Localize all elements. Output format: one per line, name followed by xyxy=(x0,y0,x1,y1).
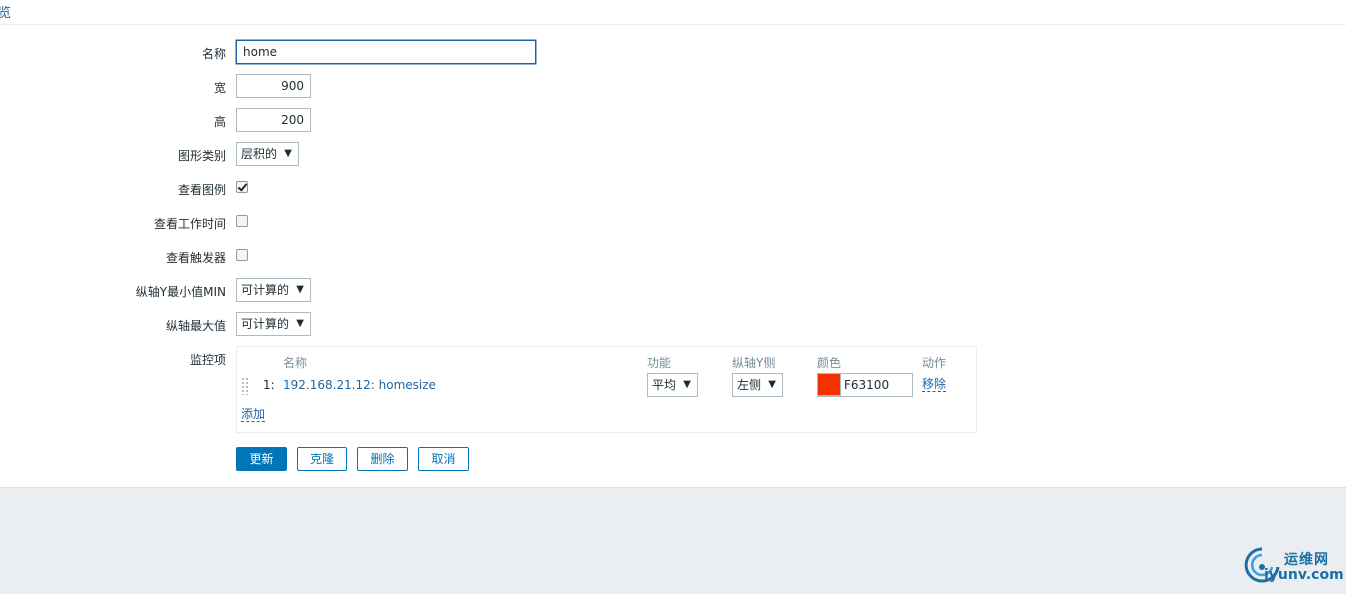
graph-type-label: 图形类别 xyxy=(177,149,226,163)
item-name-link[interactable]: 192.168.21.12: homesize xyxy=(283,378,436,392)
watermark-cn: 运维网 xyxy=(1284,552,1329,568)
dropdown-arrow-icon: ▼ xyxy=(296,318,304,329)
ymin-label: 纵轴Y最小值MIN xyxy=(135,285,226,299)
show-working-time-label: 查看工作时间 xyxy=(153,217,226,231)
delete-button[interactable]: 删除 xyxy=(357,447,408,471)
show-triggers-checkbox[interactable] xyxy=(236,249,248,261)
ymin-select[interactable]: 可计算的 ▼ xyxy=(236,278,311,302)
function-select[interactable]: 平均 ▼ xyxy=(647,373,698,397)
update-button[interactable]: 更新 xyxy=(236,447,287,471)
watermark: 运维网 iyunv.com xyxy=(1242,545,1344,589)
top-tab-strip: 览 xyxy=(0,0,1346,25)
remove-link[interactable]: 移除 xyxy=(922,378,947,392)
tab-preview[interactable]: 览 xyxy=(0,2,11,21)
items-label: 监控项 xyxy=(189,353,226,367)
col-header-action: 动作 xyxy=(922,356,947,370)
col-header-name: 名称 xyxy=(283,356,308,370)
watermark-en: iyunv.com xyxy=(1264,567,1344,583)
show-working-time-checkbox[interactable] xyxy=(236,215,248,227)
dropdown-arrow-icon: ▼ xyxy=(768,379,776,390)
name-label: 名称 xyxy=(201,47,226,61)
y-side-select[interactable]: 左侧 ▼ xyxy=(732,373,783,397)
drag-handle-icon[interactable] xyxy=(241,377,249,395)
footer-area xyxy=(0,487,1346,594)
col-header-y-side: 纵轴Y侧 xyxy=(732,356,776,370)
graph-type-value: 层积的 xyxy=(241,147,278,161)
height-label: 高 xyxy=(213,115,226,129)
y-side-value: 左侧 xyxy=(737,378,762,392)
col-header-function: 功能 xyxy=(647,356,672,370)
items-table: 名称 功能 纵轴Y侧 颜色 动作 1: 192.168.21.12: homes… xyxy=(236,346,977,433)
col-header-color: 颜色 xyxy=(817,356,842,370)
graph-type-select[interactable]: 层积的 ▼ xyxy=(236,142,299,166)
ymax-select[interactable]: 可计算的 ▼ xyxy=(236,312,311,336)
dropdown-arrow-icon: ▼ xyxy=(683,379,691,390)
ymin-value: 可计算的 xyxy=(241,283,290,297)
dropdown-arrow-icon: ▼ xyxy=(296,284,304,295)
row-index: 1: xyxy=(263,378,275,392)
show-triggers-label: 查看触发器 xyxy=(165,251,226,265)
graph-edit-form: 名称 宽 高 图形类别 层积的 ▼ 查看图例 查看工作时间 查看触发器 纵轴Y最… xyxy=(0,25,1346,487)
clone-button[interactable]: 克隆 xyxy=(297,447,347,471)
ymax-value: 可计算的 xyxy=(241,317,290,331)
ymax-label: 纵轴最大值 xyxy=(165,319,226,333)
function-value: 平均 xyxy=(652,378,677,392)
width-label: 宽 xyxy=(213,81,226,95)
show-legend-checkbox[interactable] xyxy=(236,181,248,193)
dropdown-arrow-icon: ▼ xyxy=(284,148,292,159)
add-item-link[interactable]: 添加 xyxy=(241,408,266,422)
height-input[interactable] xyxy=(236,108,311,132)
width-input[interactable] xyxy=(236,74,311,98)
color-swatch[interactable] xyxy=(817,373,841,396)
cancel-button[interactable]: 取消 xyxy=(418,447,469,471)
name-input[interactable] xyxy=(236,40,536,64)
show-legend-label: 查看图例 xyxy=(177,183,226,197)
